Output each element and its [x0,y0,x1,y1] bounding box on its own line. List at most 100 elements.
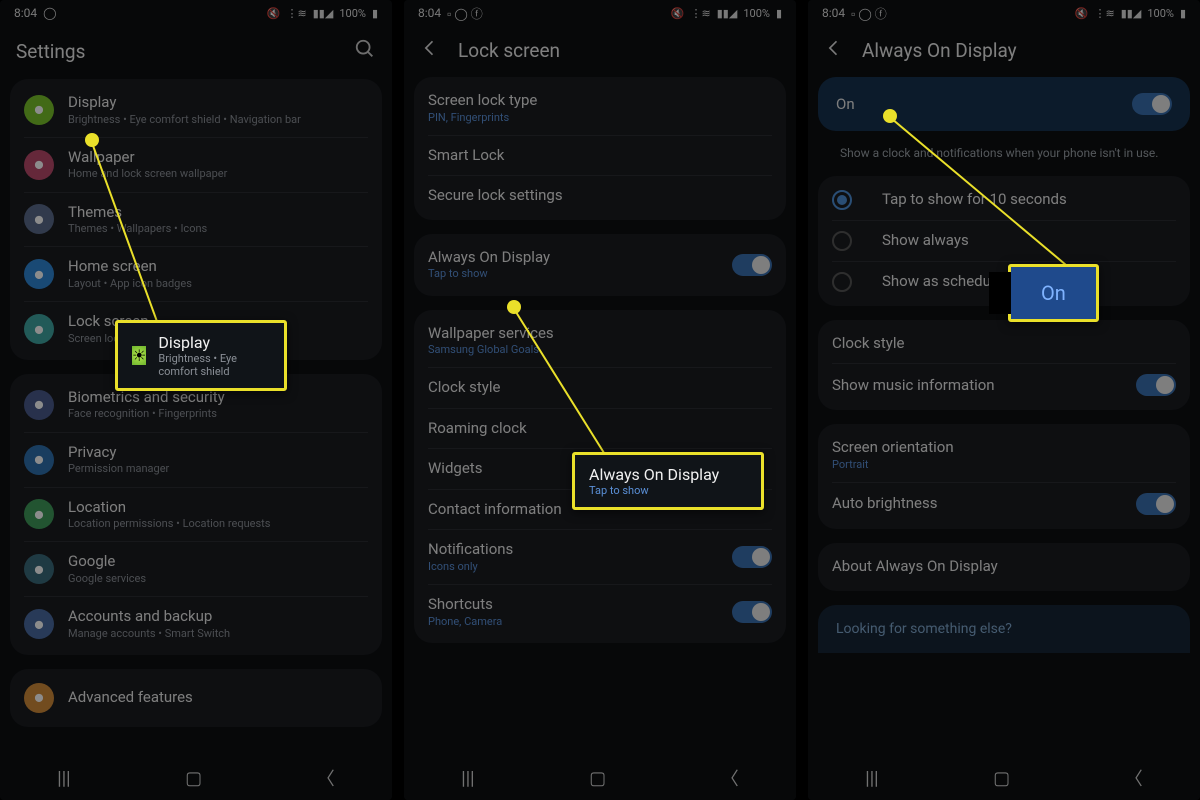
nav-bar: ||| ▢ 〈 [404,756,796,800]
settings-row[interactable]: ⬤DisplayBrightness • Eye comfort shield … [10,83,382,137]
nav-back[interactable]: 〈 [317,765,335,791]
callout-sub: Tap to show [589,484,747,497]
row-subtitle: Google services [68,572,368,586]
callout-title: Display [158,333,270,352]
row-subtitle: Samsung Global Goals [428,343,772,357]
back-icon[interactable] [824,38,844,63]
status-time: 8:04 [14,6,37,20]
radio-button[interactable] [832,272,852,292]
row-subtitle: Manage accounts • Smart Switch [68,627,368,641]
nav-home[interactable]: ▢ [185,768,202,789]
nav-bar: ||| ▢ 〈 [808,756,1200,800]
search-icon[interactable] [354,38,376,65]
row-icon: ⬤ [24,95,54,125]
status-indicator: ◯ [43,6,56,20]
battery-icon: ▮ [372,7,378,20]
status-bar: 8:04▫ ◯ ⓕ 🔇⋮≋▮▮◢100%▮ [404,0,796,26]
nav-recent[interactable]: ||| [865,768,878,789]
row-subtitle: Portrait [832,458,1176,472]
mute-icon: 🔇 [267,7,281,20]
status-bar: 8:04◯ 🔇⋮≋▮▮◢100%▮ [0,0,392,26]
callout-origin-dot [883,109,897,123]
row-toggle[interactable] [732,601,772,623]
settings-row[interactable]: Always On DisplayTap to show [414,238,786,292]
row-toggle[interactable] [732,254,772,276]
callout-sub: Brightness • Eye comfort shield [158,352,270,378]
row-icon: ⬤ [24,204,54,234]
settings-row[interactable]: Clock style [414,368,786,408]
nav-home[interactable]: ▢ [589,768,606,789]
screen-aod: 8:04▫ ◯ ⓕ 🔇⋮≋▮▮◢100%▮ Always On Display … [808,0,1200,800]
back-icon[interactable] [420,38,440,63]
radio-row[interactable]: Show always [818,221,1190,261]
row-icon: ⬤ [24,683,54,713]
row-icon: ⬤ [24,609,54,639]
radio-button[interactable] [832,190,852,210]
callout-display: ☀ Display Brightness • Eye comfort shiel… [115,320,287,391]
row-title: Privacy [68,443,368,463]
settings-row[interactable]: ⬤Accounts and backupManage accounts • Sm… [10,597,382,651]
row-title: Wallpaper services [428,324,772,344]
callout-origin-dot [507,300,521,314]
row-toggle[interactable] [1136,493,1176,515]
row-icon: ⬤ [24,499,54,529]
settings-row[interactable]: Clock style [818,324,1190,364]
row-title: Auto brightness [832,494,1122,514]
nav-recent[interactable]: ||| [57,768,70,789]
row-icon: ⬤ [24,314,54,344]
row-title: Shortcuts [428,595,718,615]
row-title: Roaming clock [428,419,772,439]
row-toggle[interactable] [1136,374,1176,396]
settings-row[interactable]: Screen lock typePIN, Fingerprints [414,81,786,135]
row-title: About Always On Display [832,557,1176,577]
settings-row[interactable]: ⬤WallpaperHome and lock screen wallpaper [10,138,382,192]
settings-row[interactable]: Roaming clock [414,409,786,449]
screen-lockscreen: 8:04▫ ◯ ⓕ 🔇⋮≋▮▮◢100%▮ Lock screen Screen… [404,0,796,800]
settings-row[interactable]: ⬤ PrivacyPermission manager [10,433,382,487]
row-subtitle: Permission manager [68,462,368,476]
row-title: Always On Display [428,248,718,268]
settings-row[interactable]: ShortcutsPhone, Camera [414,585,786,639]
radio-button[interactable] [832,231,852,251]
row-subtitle: Icons only [428,560,718,574]
settings-row[interactable]: ⬤Home screenLayout • App icon badges [10,247,382,301]
settings-row[interactable]: ⬤GoogleGoogle services [10,542,382,596]
row-title: Location [68,498,368,518]
footer-link[interactable]: Looking for something else? [818,605,1190,653]
settings-row[interactable]: ⬤ Advanced features [10,673,382,723]
row-title: Advanced features [68,688,368,708]
nav-home[interactable]: ▢ [993,768,1010,789]
radio-label: Tap to show for 10 seconds [882,190,1067,210]
settings-row[interactable]: NotificationsIcons only [414,530,786,584]
on-toggle-row[interactable]: On [818,77,1190,131]
status-bar: 8:04▫ ◯ ⓕ 🔇⋮≋▮▮◢100%▮ [808,0,1200,26]
callout-title: Always On Display [589,465,747,484]
settings-row[interactable]: ⬤ThemesThemes • Wallpapers • Icons [10,193,382,247]
settings-row[interactable]: Smart Lock [414,136,786,176]
toggle-on[interactable] [1132,93,1172,115]
radio-label: Show always [882,231,969,251]
row-subtitle: Themes • Wallpapers • Icons [68,222,368,236]
wifi-icon: ⋮≋ [287,7,307,20]
callout-origin-dot [85,133,99,147]
nav-back[interactable]: 〈 [721,765,739,791]
row-subtitle: Location permissions • Location requests [68,517,368,531]
page-title: Lock screen [458,39,780,62]
row-title: Notifications [428,540,718,560]
nav-back[interactable]: 〈 [1125,765,1143,791]
nav-recent[interactable]: ||| [461,768,474,789]
settings-row[interactable]: Wallpaper servicesSamsung Global Goals [414,314,786,368]
settings-row[interactable]: ⬤ LocationLocation permissions • Location… [10,488,382,542]
settings-row[interactable]: About Always On Display [818,547,1190,587]
settings-row[interactable]: Show music information [818,364,1190,406]
row-title: Home screen [68,257,368,277]
settings-row[interactable]: Secure lock settings [414,176,786,216]
row-title: Clock style [832,334,1176,354]
row-icon: ⬤ [24,445,54,475]
row-title: Smart Lock [428,146,772,166]
row-toggle[interactable] [732,546,772,568]
settings-row[interactable]: Auto brightness [818,483,1190,525]
settings-row[interactable]: Screen orientationPortrait [818,428,1190,482]
row-subtitle: Tap to show [428,267,718,281]
row-icon: ⬤ [24,390,54,420]
